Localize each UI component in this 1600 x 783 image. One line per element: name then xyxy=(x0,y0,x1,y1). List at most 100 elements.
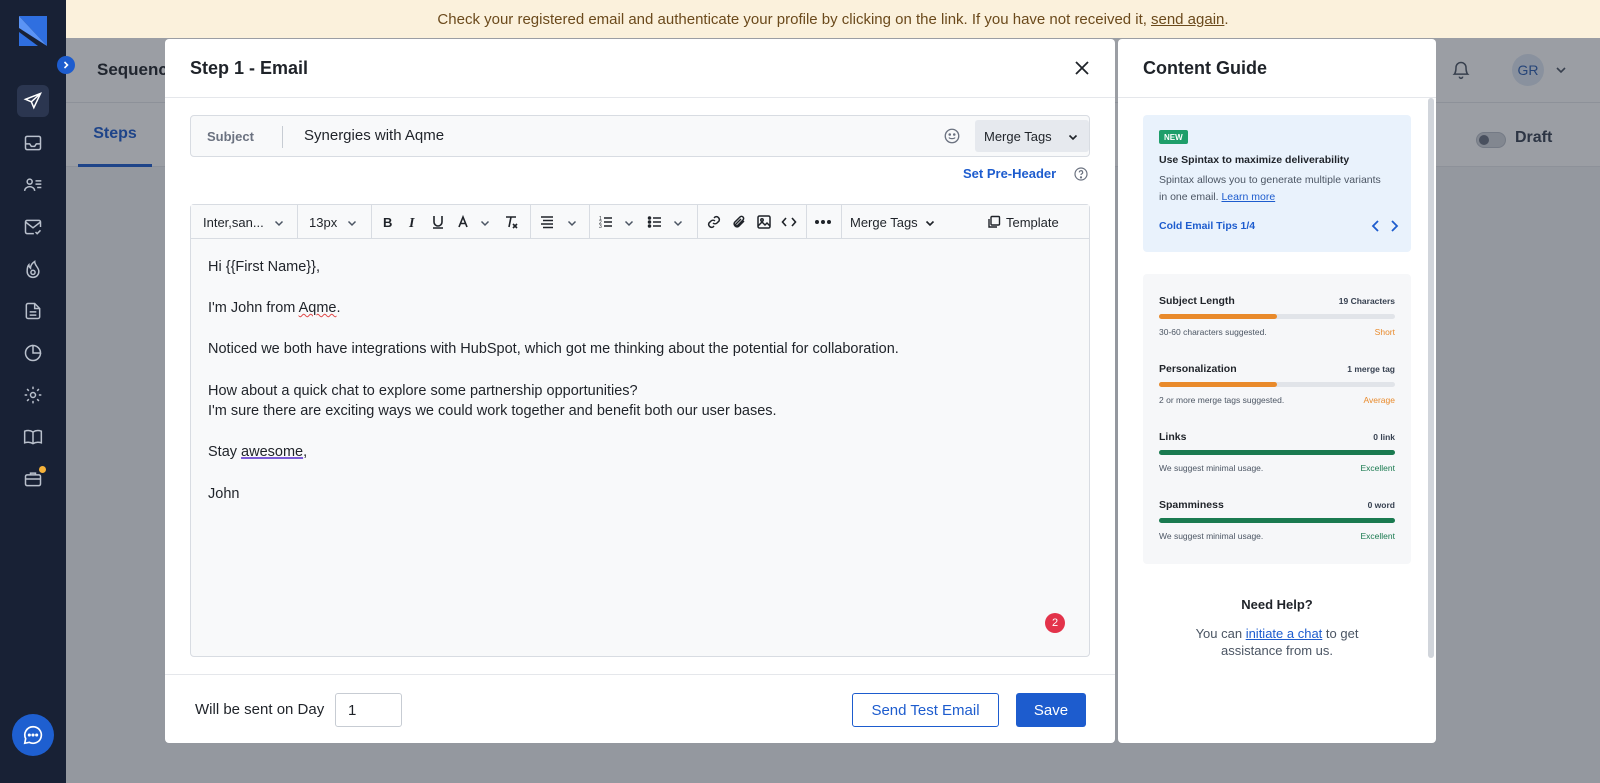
body-intro: I'm John from Aqme. xyxy=(208,298,899,319)
editor-merge-tags-label: Merge Tags xyxy=(850,214,918,230)
set-preheader-link[interactable]: Set Pre-Header xyxy=(963,166,1056,181)
email-step-modal: Step 1 - Email Subject Synergies with Aq… xyxy=(165,39,1115,743)
chevron-down-icon[interactable] xyxy=(566,217,578,229)
tip-counter: Cold Email Tips 1/4 xyxy=(1159,220,1256,232)
subject-input[interactable]: Synergies with Aqme xyxy=(304,127,444,144)
initiate-chat-link[interactable]: initiate a chat xyxy=(1246,626,1323,641)
font-size-select[interactable]: 13px xyxy=(309,205,337,239)
need-help-title: Need Help? xyxy=(1241,597,1313,612)
send-again-link[interactable]: send again xyxy=(1151,11,1224,28)
sidebar-expand-icon[interactable] xyxy=(57,56,75,74)
link-icon[interactable] xyxy=(706,214,722,230)
attachment-icon[interactable] xyxy=(731,214,747,230)
toolbar-separator xyxy=(371,205,372,239)
email-body[interactable]: Hi {{First Name}}, I'm John from Aqme. N… xyxy=(208,257,899,504)
body-greeting: Hi {{First Name}}, xyxy=(208,259,321,275)
numbered-list-icon[interactable]: 123 xyxy=(598,214,614,230)
metric-hint: We suggest minimal usage. xyxy=(1159,463,1264,473)
bullet-list-icon[interactable] xyxy=(647,214,663,230)
body-chat: How about a quick chat to explore some p… xyxy=(208,382,638,399)
metric-name: Subject Length xyxy=(1159,295,1235,307)
body-signoff-text: Stay xyxy=(208,444,242,461)
metric-links: Links 0 link We suggest minimal usage. E… xyxy=(1159,431,1395,491)
inbox-icon[interactable] xyxy=(17,127,49,159)
image-icon[interactable] xyxy=(756,214,772,230)
metric-bar xyxy=(1159,518,1395,523)
error-count-badge[interactable]: 2 xyxy=(1045,613,1065,633)
chevron-down-icon[interactable] xyxy=(479,217,491,229)
learn-more-link[interactable]: Learn more xyxy=(1221,191,1275,203)
contacts-icon[interactable] xyxy=(17,169,49,201)
pie-chart-icon[interactable] xyxy=(17,337,49,369)
chevron-down-icon[interactable] xyxy=(346,217,358,229)
chat-bubble-icon[interactable] xyxy=(12,714,54,756)
italic-icon[interactable]: I xyxy=(405,214,421,230)
subject-merge-tags-dropdown[interactable]: Merge Tags xyxy=(975,120,1089,152)
chevron-down-icon[interactable] xyxy=(672,217,684,229)
tip-card: NEW Use Spintax to maximize deliverabili… xyxy=(1143,115,1411,252)
bold-icon[interactable]: B xyxy=(380,214,396,230)
font-family-select[interactable]: Inter,san... xyxy=(203,205,264,239)
guide-scrollbar[interactable] xyxy=(1428,98,1434,658)
toolbar-separator xyxy=(841,205,842,239)
left-sidebar xyxy=(0,0,66,783)
body-signoff: Stay awesome, xyxy=(208,442,899,463)
app-logo[interactable] xyxy=(16,14,50,48)
new-badge: NEW xyxy=(1159,130,1188,144)
emoji-icon[interactable] xyxy=(943,127,961,145)
toolbar-separator xyxy=(530,205,531,239)
clear-format-icon[interactable] xyxy=(503,214,519,230)
guide-title: Content Guide xyxy=(1143,58,1267,78)
subject-field[interactable]: Subject Synergies with Aqme Merge Tags xyxy=(190,115,1090,157)
chevron-down-icon[interactable] xyxy=(623,217,635,229)
send-test-email-button[interactable]: Send Test Email xyxy=(852,693,999,727)
underline-icon[interactable] xyxy=(430,214,446,230)
grammar-flag-awesome[interactable]: awesome xyxy=(241,444,303,460)
font-size-value: 13px xyxy=(309,214,338,230)
text-color-icon[interactable] xyxy=(455,214,471,230)
body-signature: John xyxy=(208,485,240,502)
svg-text:I: I xyxy=(408,216,415,230)
metric-bar xyxy=(1159,314,1395,319)
template-button[interactable]: Template xyxy=(1006,205,1059,239)
more-icon[interactable] xyxy=(813,214,833,230)
toolbar-separator xyxy=(806,205,807,239)
content-guide-panel: Content Guide NEW Use Spintax to maximiz… xyxy=(1118,39,1436,743)
save-button[interactable]: Save xyxy=(1016,693,1086,727)
chevron-down-icon xyxy=(1068,134,1078,141)
help-prefix: You can xyxy=(1195,626,1246,641)
metric-value: 0 word xyxy=(1367,500,1395,510)
banner-text: Check your registered email and authenti… xyxy=(437,10,1147,28)
chevron-down-icon[interactable] xyxy=(924,217,936,229)
footer-divider xyxy=(165,674,1115,675)
chevron-down-icon[interactable] xyxy=(273,217,285,229)
metric-bar-fill xyxy=(1159,314,1277,319)
toolbar-separator xyxy=(589,205,590,239)
help-circle-icon[interactable] xyxy=(1073,166,1089,182)
metric-value: 19 Characters xyxy=(1338,296,1395,306)
email-editor[interactable]: Inter,san... 13px B I 123 Merge Tags Tem… xyxy=(190,204,1090,657)
send-day-input[interactable] xyxy=(335,693,402,727)
metric-rating: Excellent xyxy=(1360,463,1396,473)
code-icon[interactable] xyxy=(781,214,797,230)
chevron-right-icon[interactable] xyxy=(1388,219,1400,233)
align-icon[interactable] xyxy=(539,214,555,230)
chevron-left-icon[interactable] xyxy=(1370,219,1382,233)
metric-personalization: Personalization 1 merge tag 2 or more me… xyxy=(1159,363,1395,423)
metric-rating: Excellent xyxy=(1360,531,1396,541)
book-icon[interactable] xyxy=(17,421,49,453)
spelling-flag-company[interactable]: Aqme xyxy=(299,300,337,316)
tip-body: Spintax allows you to generate multiple … xyxy=(1159,172,1389,206)
settings-gear-icon[interactable] xyxy=(17,379,49,411)
metric-bar xyxy=(1159,450,1395,455)
editor-merge-tags-dropdown[interactable]: Merge Tags xyxy=(850,205,918,239)
metric-rating: Short xyxy=(1374,327,1395,337)
template-icon[interactable] xyxy=(987,215,1001,229)
mail-check-icon[interactable] xyxy=(17,211,49,243)
warmup-flame-icon[interactable] xyxy=(17,253,49,285)
metric-name: Spamminess xyxy=(1159,499,1224,511)
document-icon[interactable] xyxy=(17,295,49,327)
briefcase-icon[interactable] xyxy=(17,463,49,495)
paper-plane-icon[interactable] xyxy=(17,85,49,117)
close-icon[interactable] xyxy=(1073,59,1091,77)
